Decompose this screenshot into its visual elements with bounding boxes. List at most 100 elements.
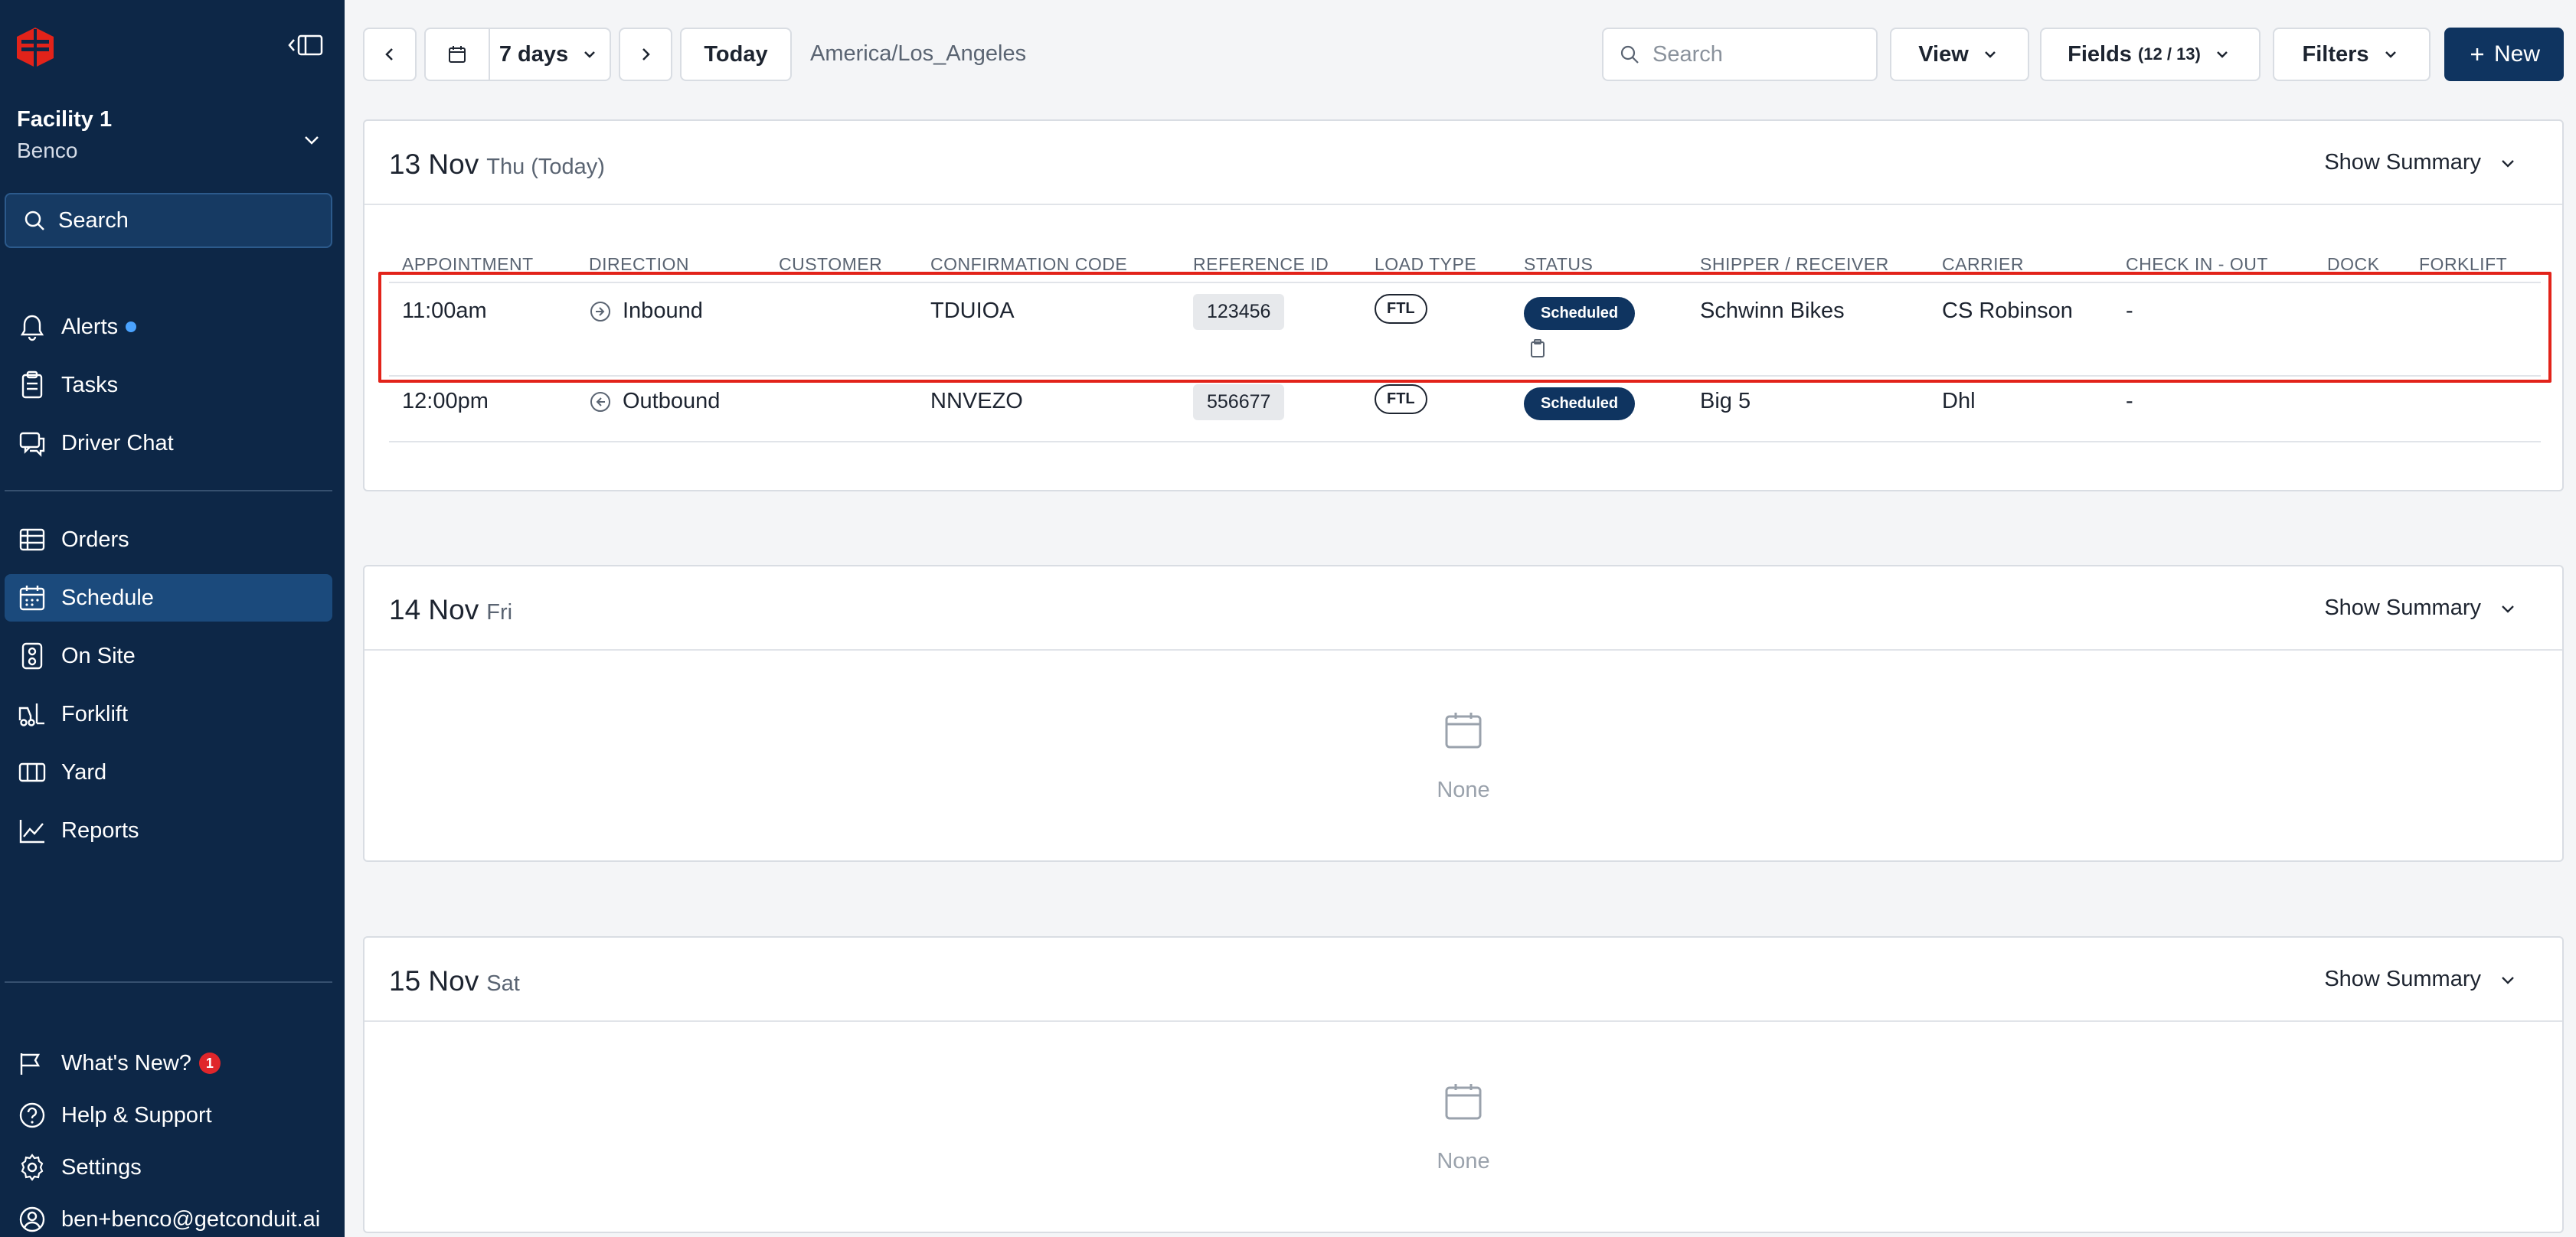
facility-switcher[interactable]: Facility 1 Benco	[17, 107, 323, 163]
day-date: 14 Nov	[389, 594, 479, 625]
chevron-down-icon	[2502, 976, 2514, 984]
summary-label: Show Summary	[2324, 150, 2481, 175]
sidebar-item-label: Schedule	[61, 585, 154, 610]
today-button[interactable]: Today	[680, 28, 792, 81]
summary-label: Show Summary	[2324, 967, 2481, 991]
next-button[interactable]	[619, 28, 672, 81]
prev-button[interactable]	[363, 28, 417, 81]
calendar-picker-button[interactable]	[424, 28, 490, 81]
column-header[interactable]: CHECK IN - OUT	[2126, 254, 2268, 275]
column-header[interactable]: SHIPPER / RECEIVER	[1700, 254, 1889, 275]
filters-label: Filters	[2302, 41, 2369, 67]
sidebar-divider	[5, 490, 332, 491]
calendar-icon	[1445, 713, 1482, 749]
column-header[interactable]: DOCK	[2327, 254, 2379, 275]
bell-icon	[20, 315, 44, 341]
sidebar-item-label: Orders	[61, 527, 129, 552]
range-label: 7 days	[499, 41, 569, 67]
chevron-down-icon	[2502, 159, 2514, 168]
empty-label: None	[1437, 778, 1490, 802]
plus-icon	[2470, 48, 2483, 60]
summary-label: Show Summary	[2324, 596, 2481, 620]
orders-icon	[19, 528, 45, 551]
view-dropdown[interactable]: View	[1890, 28, 2029, 81]
search-input[interactable]: Search	[1602, 28, 1878, 81]
chevron-down-icon	[584, 51, 596, 58]
facility-name: Facility 1	[17, 107, 113, 132]
clipboard-icon[interactable]	[1528, 338, 1548, 358]
range-select[interactable]: 7 days	[489, 28, 611, 81]
onsite-icon	[21, 642, 43, 670]
search-icon	[1620, 45, 1639, 64]
show-summary-button[interactable]: Show Summary	[2324, 967, 2518, 992]
logo-icon	[17, 28, 54, 67]
day-title: 14 Nov Fri	[389, 594, 512, 626]
day-card: 15 Nov Sat Show Summary None	[363, 936, 2564, 1233]
empty-state: None	[364, 1080, 2562, 1174]
sidebar-item-driver-chat[interactable]: Driver Chat	[5, 419, 332, 467]
sidebar-item-account[interactable]: ben+benco@getconduit.ai	[5, 1196, 332, 1237]
empty-state: None	[364, 709, 2562, 803]
sidebar-item-orders[interactable]: Orders	[5, 516, 332, 563]
chevron-left-icon	[385, 48, 393, 60]
day-date: 15 Nov	[389, 965, 479, 997]
shipper-receiver: Big 5	[1700, 389, 1751, 413]
appointment-time: 11:00am	[402, 299, 487, 323]
gear-icon	[21, 1154, 44, 1181]
yard-icon	[18, 762, 46, 782]
column-header[interactable]: STATUS	[1524, 254, 1593, 275]
empty-label: None	[1437, 1149, 1490, 1173]
column-header[interactable]: DIRECTION	[589, 254, 689, 275]
sidebar-item-label: On Site	[61, 643, 136, 668]
show-summary-button[interactable]: Show Summary	[2324, 596, 2518, 621]
column-header[interactable]: CUSTOMER	[779, 254, 882, 275]
sidebar-item-schedule[interactable]: Schedule	[5, 574, 332, 622]
sidebar-item-label: Forklift	[61, 701, 128, 726]
arrow-right-circle-icon	[590, 301, 610, 321]
sidebar-item-yard[interactable]: Yard	[5, 749, 332, 796]
sidebar-search[interactable]: Search	[5, 193, 332, 248]
column-header[interactable]: CONFIRMATION CODE	[930, 254, 1127, 275]
column-header[interactable]: REFERENCE ID	[1193, 254, 1329, 275]
chevron-down-icon	[1984, 51, 1996, 58]
confirmation-code: NNVEZO	[930, 389, 1023, 413]
unread-dot	[126, 321, 137, 332]
reference-id-chip: 123456	[1193, 294, 1285, 330]
calendar-icon	[449, 46, 466, 63]
check-in-out: -	[2126, 389, 2133, 413]
column-header[interactable]: LOAD TYPE	[1375, 254, 1476, 275]
sidebar-item-label: Driver Chat	[61, 430, 174, 455]
new-appointment-button[interactable]: New	[2444, 28, 2564, 81]
chat-icon	[19, 432, 45, 457]
sidebar-item-help[interactable]: Help & Support	[5, 1092, 332, 1139]
sidebar-item-label: ben+benco@getconduit.ai	[61, 1206, 321, 1232]
sidebar-item-on-site[interactable]: On Site	[5, 632, 332, 680]
sidebar-item-reports[interactable]: Reports	[5, 807, 332, 854]
sidebar-item-label: What's New?	[61, 1050, 191, 1075]
column-header[interactable]: FORKLIFT	[2419, 254, 2507, 275]
day-title: 15 Nov Sat	[389, 965, 520, 997]
sidebar-item-label: Tasks	[61, 372, 119, 397]
direction-cell: Outbound	[589, 389, 720, 414]
clipboard-icon	[21, 370, 43, 399]
sidebar-item-whats-new[interactable]: What's New? 1	[5, 1040, 332, 1087]
sidebar-item-forklift[interactable]: Forklift	[5, 690, 332, 738]
collapse-sidebar-icon[interactable]	[285, 31, 325, 60]
filters-dropdown[interactable]: Filters	[2273, 28, 2431, 81]
carrier: CS Robinson	[1942, 299, 2073, 323]
fields-dropdown[interactable]: Fields (12 / 13)	[2040, 28, 2261, 81]
day-title: 13 Nov Thu (Today)	[389, 149, 605, 181]
column-header[interactable]: CARRIER	[1942, 254, 2024, 275]
chevron-down-icon	[305, 136, 319, 145]
sidebar-item-label: Alerts	[61, 314, 119, 339]
day-weekday: Fri	[486, 600, 513, 625]
sidebar-item-alerts[interactable]: Alerts	[5, 303, 332, 351]
sidebar-item-settings[interactable]: Settings	[5, 1144, 332, 1191]
notification-badge: 1	[198, 1053, 221, 1074]
day-weekday: Thu (Today)	[486, 155, 605, 179]
column-header[interactable]: APPOINTMENT	[402, 254, 534, 275]
day-header: 13 Nov Thu (Today) Show Summary	[364, 121, 2562, 205]
sidebar-item-tasks[interactable]: Tasks	[5, 361, 332, 409]
row-divider	[389, 441, 2541, 442]
show-summary-button[interactable]: Show Summary	[2324, 150, 2518, 175]
